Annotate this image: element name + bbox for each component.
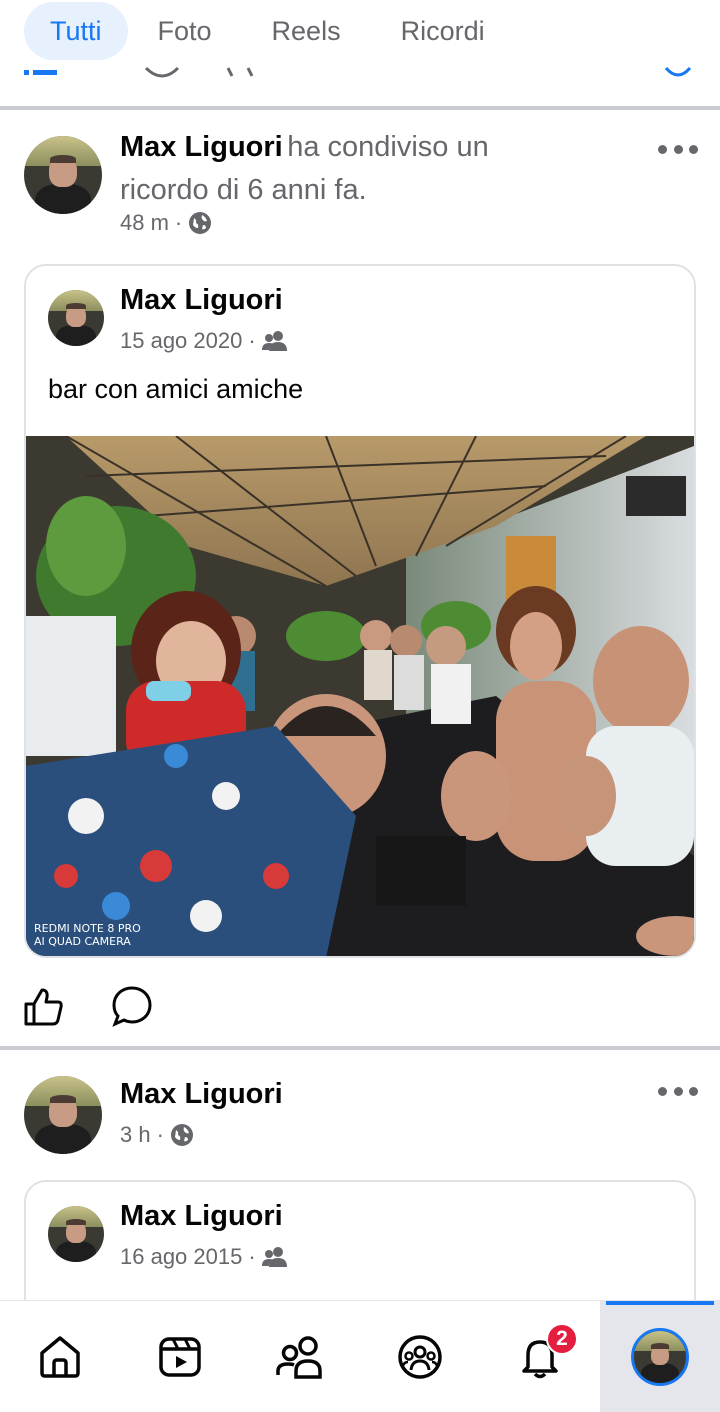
- comment-icon[interactable]: [110, 984, 154, 1028]
- author-name[interactable]: Max Liguori: [120, 131, 283, 163]
- post-title: Max Liguori ha condiviso un ricordo di 6…: [120, 128, 560, 214]
- memory-photo[interactable]: REDMI NOTE 8 PRO AI QUAD CAMERA: [26, 436, 694, 956]
- nav-home[interactable]: [0, 1301, 120, 1412]
- shared-author-avatar[interactable]: [48, 290, 104, 346]
- nav-friends[interactable]: [240, 1301, 360, 1412]
- post-time[interactable]: 3 h: [120, 1122, 151, 1148]
- comment-icon: [144, 66, 180, 78]
- author-avatar[interactable]: [24, 136, 102, 214]
- post-options-button[interactable]: [658, 1084, 698, 1098]
- globe-icon: [170, 1124, 193, 1146]
- post-actions: [0, 980, 720, 1030]
- shared-memory-card[interactable]: Max Liguori 16 ago 2015 ·: [24, 1180, 696, 1320]
- profile-avatar: [631, 1328, 689, 1386]
- post-meta: 48 m ·: [120, 210, 212, 236]
- filter-tabs: Tutti Foto Reels Ricordi: [0, 0, 720, 62]
- shared-author-avatar[interactable]: [48, 1206, 104, 1262]
- tab-foto[interactable]: Foto: [128, 2, 242, 60]
- friends-icon: [276, 1336, 322, 1379]
- globe-icon: [189, 212, 212, 234]
- more-icon: [664, 66, 692, 77]
- shared-post-meta: 16 ago 2015 ·: [120, 1244, 288, 1270]
- friends-icon: [261, 331, 287, 351]
- partially-hidden-toolbar: [0, 62, 720, 106]
- groups-icon: [398, 1335, 442, 1379]
- post-time[interactable]: 48 m: [120, 210, 169, 236]
- shared-post-date[interactable]: 15 ago 2020: [120, 328, 242, 354]
- meta-separator: ·: [156, 1122, 164, 1147]
- post-caption: bar con amici amiche: [48, 374, 304, 404]
- post-memory-2: Max Liguori 3 h · Max Liguori 16 ago 201…: [0, 1050, 720, 1320]
- shared-memory-card[interactable]: Max Liguori 15 ago 2020 · bar con amici …: [24, 264, 696, 958]
- nav-video[interactable]: [120, 1301, 240, 1412]
- nav-profile[interactable]: [600, 1301, 720, 1412]
- tab-ricordi[interactable]: Ricordi: [371, 2, 515, 60]
- tab-reels[interactable]: Reels: [242, 2, 371, 60]
- shared-author-name[interactable]: Max Liguori: [120, 1200, 283, 1233]
- camera-watermark: REDMI NOTE 8 PRO AI QUAD CAMERA: [34, 922, 141, 948]
- post-options-button[interactable]: [658, 142, 698, 156]
- meta-separator: ·: [248, 328, 256, 353]
- like-icon[interactable]: [22, 984, 66, 1028]
- author-name[interactable]: Max Liguori: [120, 1078, 283, 1111]
- list-icon: [24, 70, 57, 75]
- shared-author-name[interactable]: Max Liguori: [120, 284, 283, 317]
- nav-notifications[interactable]: 2: [480, 1301, 600, 1412]
- nav-groups[interactable]: [360, 1301, 480, 1412]
- group-photo-illustration: [26, 436, 694, 956]
- share-icon: [226, 67, 254, 77]
- author-avatar[interactable]: [24, 1076, 102, 1154]
- bottom-navigation: 2: [0, 1300, 720, 1412]
- notifications-badge: 2: [546, 1323, 578, 1355]
- friends-icon: [261, 1247, 287, 1267]
- meta-separator: ·: [248, 1244, 256, 1269]
- meta-separator: ·: [174, 210, 183, 235]
- shared-post-meta: 15 ago 2020 ·: [120, 328, 288, 354]
- tab-tutti[interactable]: Tutti: [24, 2, 128, 60]
- post-memory: Max Liguori ha condiviso un ricordo di 6…: [0, 110, 720, 1040]
- video-icon: [159, 1337, 201, 1377]
- post-meta: 3 h ·: [120, 1122, 194, 1148]
- home-icon: [40, 1336, 80, 1378]
- shared-post-date[interactable]: 16 ago 2015: [120, 1244, 242, 1270]
